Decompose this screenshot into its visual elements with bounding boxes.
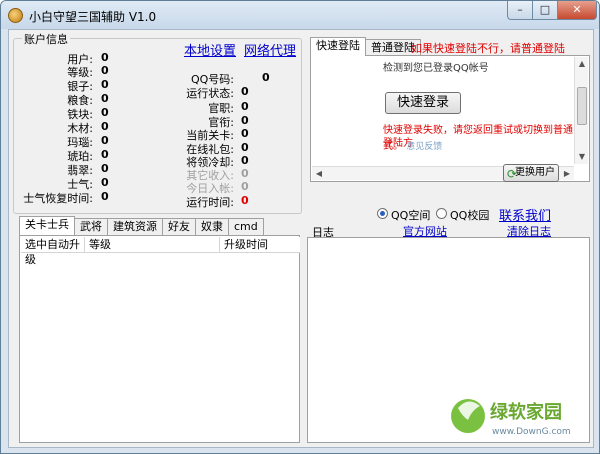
contact-us-link[interactable]: 联系我们 <box>499 205 551 224</box>
scroll-down-icon[interactable]: ▼ <box>575 150 589 164</box>
tab-1[interactable]: 武将 <box>74 218 108 235</box>
account-field-value: 0 <box>101 106 109 119</box>
soldiers-list[interactable]: 选中自动升级 等级 升级时间 <box>19 235 300 443</box>
maximize-button[interactable]: □ <box>532 1 558 20</box>
status-field-label: 运行状态: <box>186 87 234 100</box>
minimize-button[interactable]: – <box>507 1 533 20</box>
local-settings-link[interactable]: 本地设置 <box>184 40 236 59</box>
tab-4[interactable]: 奴隶 <box>195 218 229 235</box>
status-field-value: 0 <box>241 194 249 207</box>
network-proxy-link[interactable]: 网络代理 <box>244 40 296 59</box>
col-auto-upgrade[interactable]: 选中自动升级 <box>21 237 85 266</box>
campus-radio-label: QQ校园 <box>450 209 490 222</box>
account-field-value: 0 <box>101 51 109 64</box>
bottom-tabs: 关卡士兵 武将 建筑资源 好友 奴隶 cmd <box>19 216 264 235</box>
login-fail-text-2: 式。 <box>383 141 403 152</box>
qzone-radio-label: QQ空间 <box>391 209 431 222</box>
status-field-value: 0 <box>241 127 249 140</box>
scroll-thumb[interactable] <box>577 87 587 125</box>
login-vertical-scrollbar[interactable]: ▲ ▼ <box>574 57 588 164</box>
status-field-value: 0 <box>262 71 270 84</box>
main-window: 小白守望三国辅助 V1.0 – □ ✕ 账户信息 本地设置 网络代理 快速登陆 … <box>0 0 600 454</box>
col-upgrade-time[interactable]: 升级时间 <box>220 237 300 252</box>
tab-2[interactable]: 建筑资源 <box>107 218 163 235</box>
watermark-brand: 绿软家园 <box>490 401 562 423</box>
account-field-value: 0 <box>101 120 109 133</box>
status-field-label: 运行时间: <box>186 196 234 209</box>
app-icon <box>8 8 23 23</box>
login-tabs: 快速登陆 普通登陆 <box>310 37 421 56</box>
status-field-value: 0 <box>241 85 249 98</box>
status-field-value: 0 <box>241 100 249 113</box>
scroll-right-icon[interactable]: ▶ <box>560 167 574 181</box>
account-field-value: 0 <box>101 134 109 147</box>
refresh-icon: ⟳ <box>507 167 518 181</box>
account-field-value: 0 <box>101 190 109 203</box>
feedback-link[interactable]: 意见反馈 <box>406 142 442 152</box>
tab-0[interactable]: 关卡士兵 <box>19 216 75 235</box>
login-panel: 检测到您已登录QQ帐号 快速登录 快速登录失败，请您返回重试或切换到普通登陆方 … <box>310 55 590 182</box>
window-title: 小白守望三国辅助 V1.0 <box>29 10 157 24</box>
campus-radio[interactable] <box>436 208 447 219</box>
status-field-value: 0 <box>241 180 249 193</box>
quick-login-button[interactable]: 快速登录 <box>385 92 461 114</box>
status-field-value: 0 <box>241 167 249 180</box>
detected-account-text: 检测到您已登录QQ帐号 <box>383 63 489 74</box>
account-field-value: 0 <box>101 148 109 161</box>
tab-3[interactable]: 好友 <box>162 218 196 235</box>
watermark-logo: 绿软家园 www.DownG.com <box>451 399 571 437</box>
status-field-value: 0 <box>241 114 249 127</box>
status-field-value: 0 <box>241 141 249 154</box>
account-info-label: 账户信息 <box>22 31 70 47</box>
scroll-left-icon[interactable]: ◀ <box>312 167 326 181</box>
close-button[interactable]: ✕ <box>557 1 597 20</box>
account-field-value: 0 <box>101 78 109 91</box>
scroll-up-icon[interactable]: ▲ <box>575 57 589 71</box>
tab-5[interactable]: cmd <box>228 218 264 235</box>
status-field-value: 0 <box>241 154 249 167</box>
title-bar[interactable]: 小白守望三国辅助 V1.0 – □ ✕ <box>1 1 599 29</box>
account-field-label: 士气恢复时间: <box>23 192 93 205</box>
account-field-value: 0 <box>101 162 109 175</box>
switch-user-button[interactable]: ⟳ 更换用户 <box>503 164 559 182</box>
account-field-value: 0 <box>101 64 109 77</box>
list-header: 选中自动升级 等级 升级时间 <box>21 237 300 266</box>
tab-quick-login[interactable]: 快速登陆 <box>310 37 366 56</box>
account-field-value: 0 <box>101 92 109 105</box>
qzone-radio[interactable] <box>377 208 388 219</box>
login-hint: 如果快速登陆不行，请普通登陆 <box>411 42 565 55</box>
watermark-url: www.DownG.com <box>492 427 571 437</box>
account-field-value: 0 <box>101 176 109 189</box>
col-level[interactable]: 等级 <box>85 237 220 252</box>
switch-user-label: 更换用户 <box>515 167 555 178</box>
login-fail-line2: 式。 意见反馈 <box>383 137 442 152</box>
